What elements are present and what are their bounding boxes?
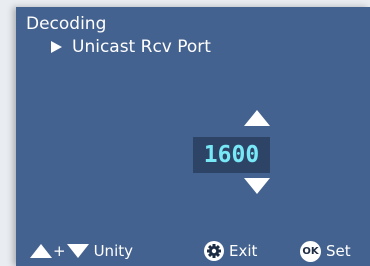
port-value-field[interactable]: 1600 — [193, 137, 270, 173]
plus-sign: + — [53, 242, 66, 260]
unity-label: Unity — [93, 242, 133, 260]
exit-hint[interactable]: Exit — [204, 239, 257, 263]
up-arrow-icon — [30, 244, 52, 258]
set-hint[interactable]: OK Set — [300, 239, 351, 263]
exit-label: Exit — [229, 242, 258, 260]
triangle-right-icon — [51, 41, 62, 53]
submenu-item: Unicast Rcv Port — [51, 37, 211, 57]
ok-icon: OK — [300, 240, 321, 262]
footer-hints: + Unity Exit OK Set — [16, 239, 370, 263]
up-arrow-icon[interactable] — [244, 110, 270, 126]
set-label: Set — [326, 242, 351, 260]
menu-title: Decoding — [26, 14, 107, 34]
down-arrow-icon — [66, 244, 89, 258]
down-arrow-icon[interactable] — [244, 178, 270, 194]
submenu-item-label: Unicast Rcv Port — [72, 37, 211, 57]
gear-icon — [204, 241, 224, 261]
unity-hint[interactable]: + Unity — [30, 239, 133, 263]
settings-panel: Decoding Unicast Rcv Port 1600 + Unity E… — [16, 7, 370, 266]
